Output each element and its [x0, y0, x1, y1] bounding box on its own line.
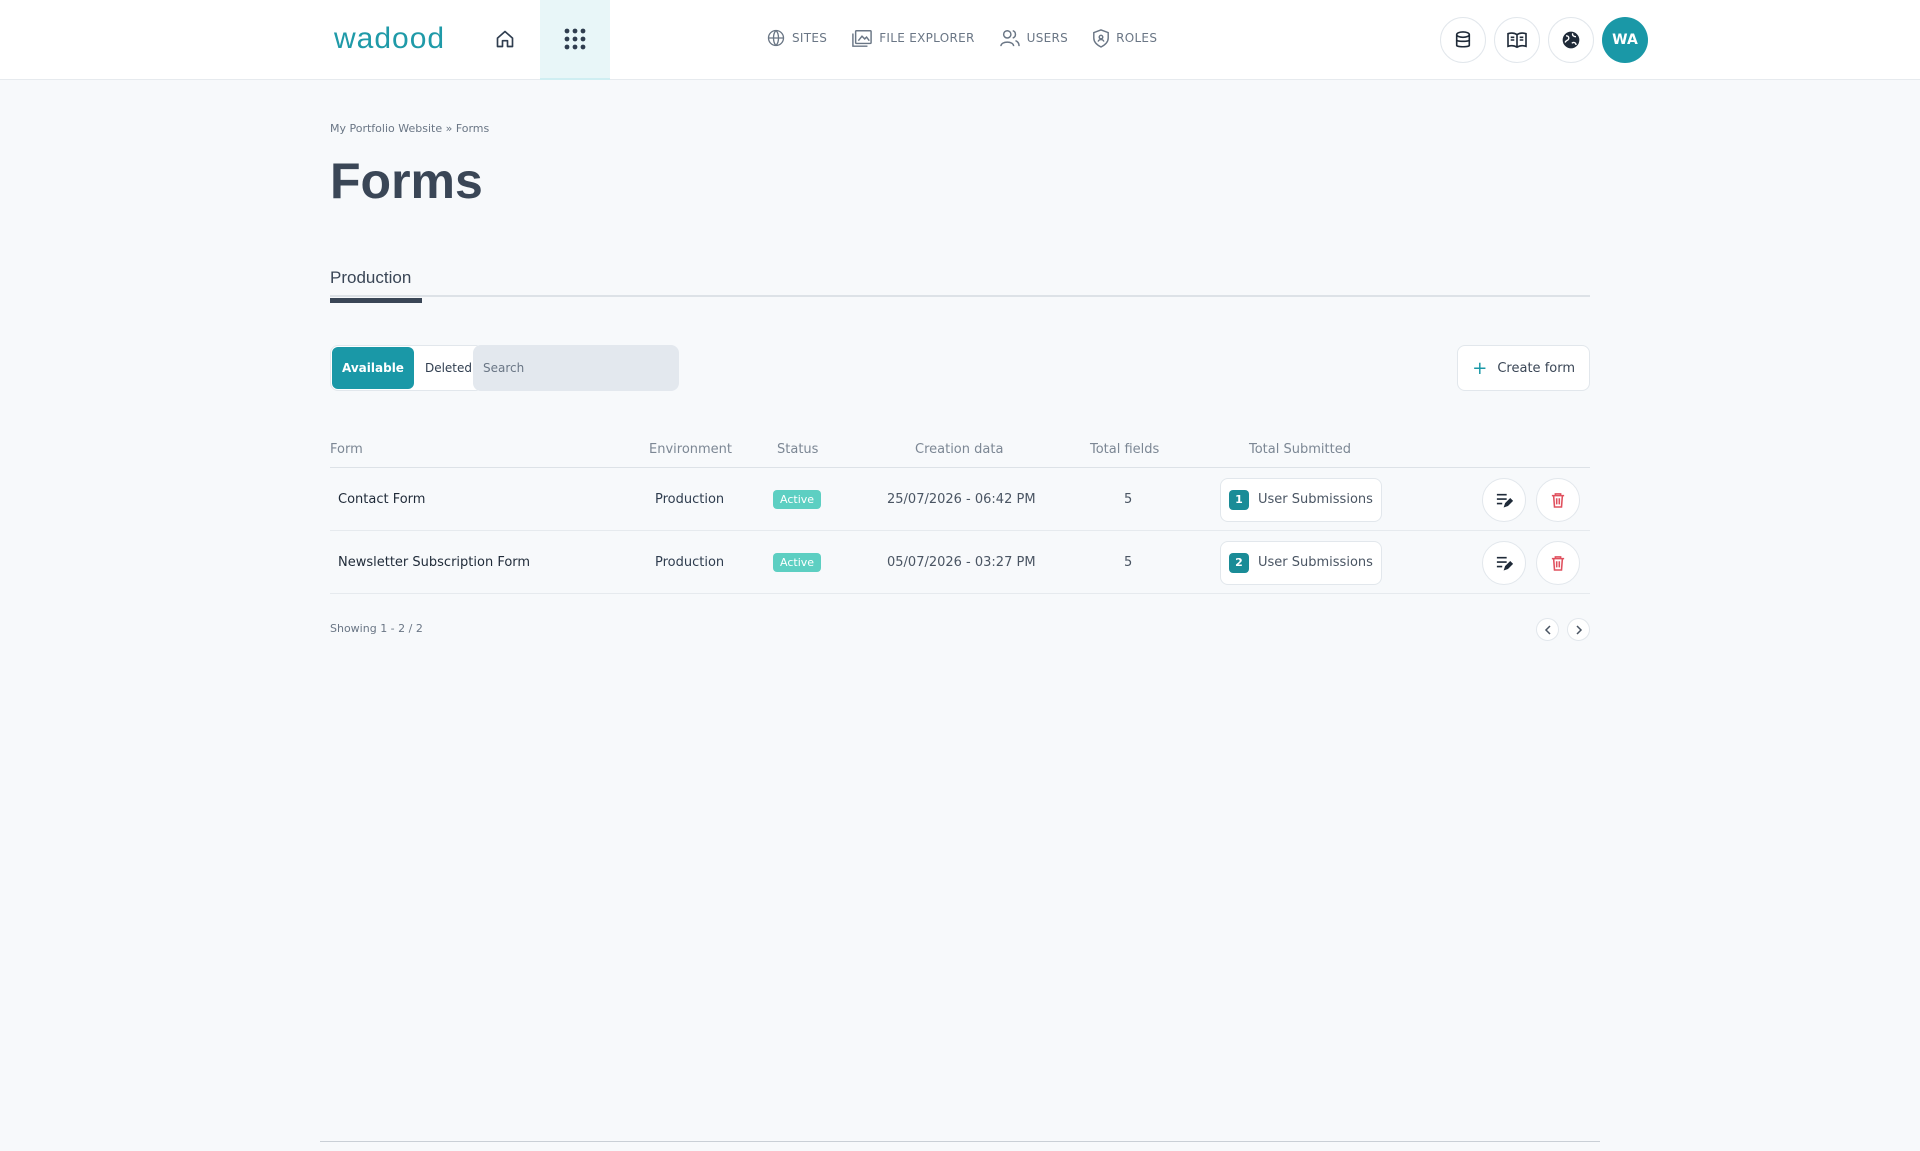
status-cell: Active — [773, 531, 822, 594]
form-environment: Production — [655, 555, 725, 570]
edit-form-button[interactable] — [1482, 477, 1526, 522]
nav-roles[interactable]: ROLES — [1092, 28, 1157, 48]
forms-table: Form Environment Status Creation data To… — [330, 436, 1590, 594]
plus-icon: + — [1472, 357, 1488, 379]
next-page-button[interactable] — [1567, 618, 1590, 641]
user-submissions-button[interactable]: 1 User Submissions — [1220, 477, 1382, 522]
edit-cell — [1482, 468, 1526, 531]
nav-sites-label: SITES — [792, 31, 828, 45]
nav-file-explorer[interactable]: FILE EXPLORER — [851, 28, 974, 48]
create-form-button[interactable]: + Create form — [1457, 345, 1590, 391]
language-button[interactable] — [1548, 17, 1594, 63]
delete-cell — [1536, 531, 1580, 594]
table-header: Form Environment Status Creation data To… — [330, 436, 1590, 468]
form-total-fields: 5 — [1124, 555, 1133, 570]
form-name[interactable]: Newsletter Subscription Form — [338, 531, 530, 594]
header-actions: WA — [1440, 17, 1648, 63]
app-logo[interactable]: wadood — [334, 22, 445, 56]
nav-sites[interactable]: SITES — [766, 28, 827, 48]
submissions-cell: 2 User Submissions — [1220, 531, 1382, 594]
home-button[interactable] — [492, 26, 518, 52]
pagination-summary: Showing 1 - 2 / 2 — [330, 622, 423, 635]
submissions-label: User Submissions — [1258, 555, 1373, 570]
nav-file-explorer-label: FILE EXPLORER — [879, 31, 975, 45]
filter-deleted-button[interactable]: Deleted — [415, 346, 482, 390]
status-badge: Active — [773, 553, 822, 572]
user-avatar[interactable]: WA — [1602, 17, 1648, 63]
submissions-cell: 1 User Submissions — [1220, 468, 1382, 531]
table-footer: Showing 1 - 2 / 2 — [330, 618, 1590, 642]
home-icon — [496, 30, 514, 48]
table-row[interactable]: Contact Form Production Active 25/07/202… — [330, 468, 1590, 531]
filter-available-button[interactable]: Available — [332, 347, 414, 389]
apps-menu-button[interactable] — [540, 0, 610, 80]
environment-tabs: Production — [330, 268, 1590, 303]
nav-users[interactable]: USERS — [999, 28, 1068, 48]
column-header-total-submitted: Total Submitted — [1249, 442, 1351, 457]
previous-page-button[interactable] — [1536, 618, 1559, 641]
availability-filter: Available Deleted — [330, 345, 483, 391]
breadcrumb[interactable]: My Portfolio Website » Forms — [330, 122, 489, 135]
edit-form-button[interactable] — [1482, 540, 1526, 585]
column-header-form: Form — [330, 442, 363, 457]
form-total-fields: 5 — [1124, 492, 1133, 507]
page-title: Forms — [330, 153, 483, 209]
book-open-icon — [1507, 32, 1527, 49]
user-submissions-button[interactable]: 2 User Submissions — [1220, 540, 1382, 585]
earth-icon — [1562, 31, 1580, 49]
create-form-label: Create form — [1497, 360, 1575, 376]
form-environment: Production — [655, 492, 725, 507]
edit-list-icon — [1496, 493, 1513, 507]
globe-icon — [767, 29, 785, 47]
form-creation-date: 25/07/2026 - 06:42 PM — [887, 492, 1036, 507]
shield-icon — [1093, 29, 1109, 48]
column-header-creation-data: Creation data — [915, 442, 1004, 457]
forms-toolbar: Available Deleted + Create form — [330, 345, 1590, 391]
delete-cell — [1536, 468, 1580, 531]
submissions-label: User Submissions — [1258, 492, 1373, 507]
column-header-environment: Environment — [649, 442, 733, 457]
chevron-right-icon — [1575, 624, 1582, 635]
grid-icon — [564, 28, 586, 50]
chevron-left-icon — [1544, 624, 1551, 635]
submissions-count: 2 — [1229, 552, 1249, 573]
delete-form-button[interactable] — [1536, 477, 1580, 522]
database-icon — [1455, 31, 1471, 48]
database-button[interactable] — [1440, 17, 1486, 63]
trash-icon — [1551, 555, 1565, 571]
pagination-controls — [1536, 618, 1590, 641]
search-input[interactable] — [473, 345, 679, 391]
trash-icon — [1551, 492, 1565, 508]
delete-form-button[interactable] — [1536, 540, 1580, 585]
edit-cell — [1482, 531, 1526, 594]
main-nav: SITES FILE EXPLORER USERS ROLES — [766, 28, 1157, 48]
file-explorer-icon — [852, 30, 873, 47]
column-header-total-fields: Total fields — [1090, 442, 1160, 457]
footer-divider — [320, 1141, 1600, 1142]
top-navbar: wadood SITES FILE EXPLORER USERS ROLES W… — [0, 0, 1920, 80]
users-icon — [999, 29, 1020, 47]
active-tab-indicator — [330, 298, 422, 303]
docs-button[interactable] — [1494, 17, 1540, 63]
nav-roles-label: ROLES — [1116, 31, 1158, 45]
submissions-count: 1 — [1229, 489, 1249, 510]
column-header-status: Status — [777, 442, 819, 457]
table-row[interactable]: Newsletter Subscription Form Production … — [330, 531, 1590, 594]
status-badge: Active — [773, 490, 822, 509]
edit-list-icon — [1496, 556, 1513, 570]
nav-users-label: USERS — [1026, 31, 1069, 45]
tab-production[interactable]: Production — [330, 268, 411, 296]
status-cell: Active — [773, 468, 822, 531]
form-name[interactable]: Contact Form — [338, 468, 425, 531]
form-creation-date: 05/07/2026 - 03:27 PM — [887, 555, 1036, 570]
